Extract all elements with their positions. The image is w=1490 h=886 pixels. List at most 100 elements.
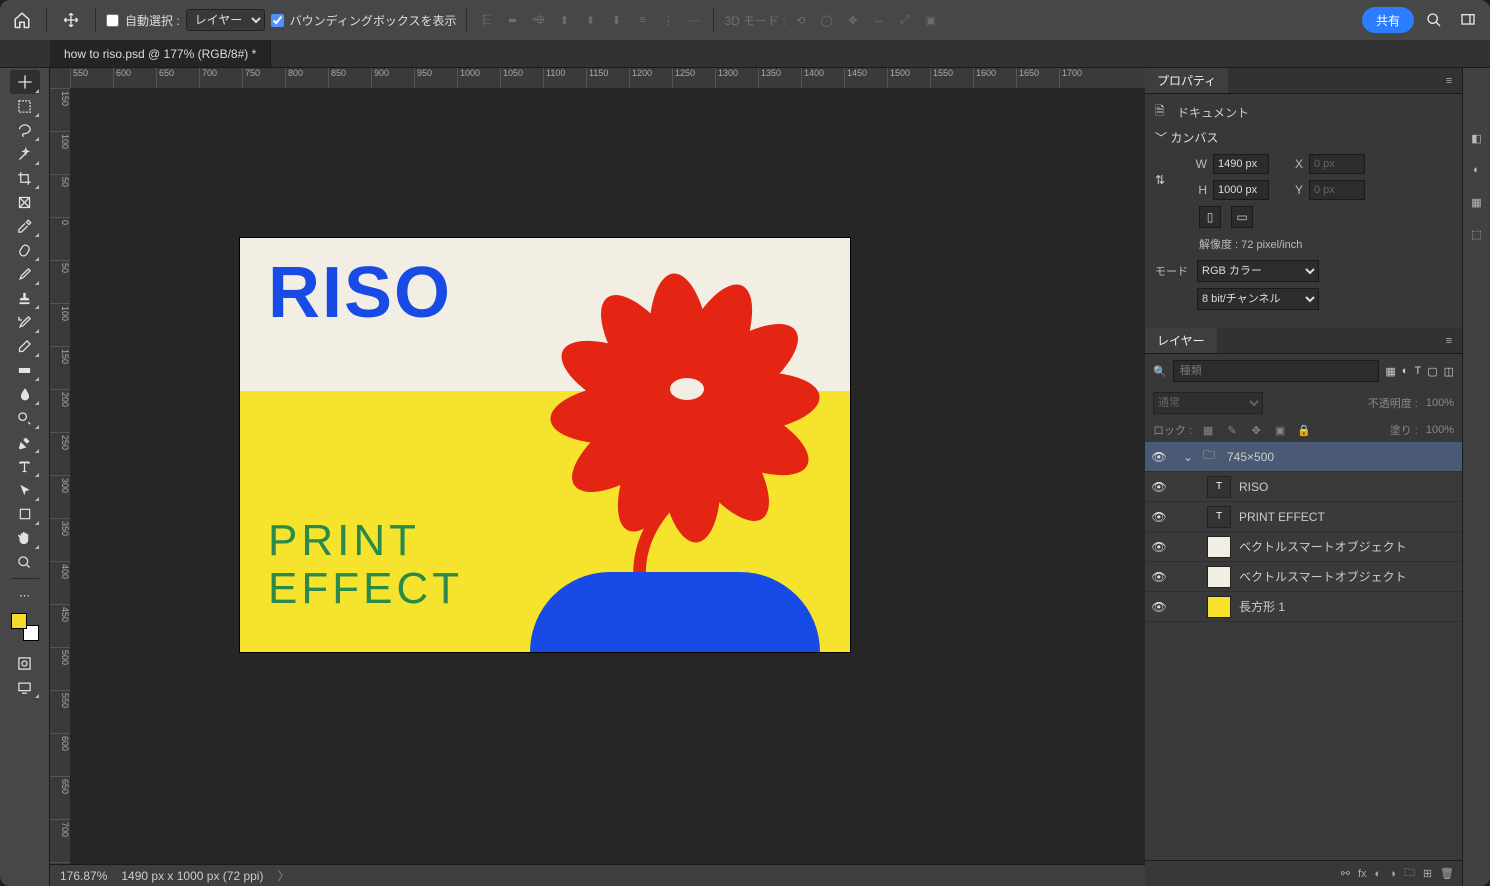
canvas-stage[interactable]: : 5×500 bbox=[70, 88, 1145, 864]
dodge-tool[interactable] bbox=[10, 406, 40, 430]
color-mode-dropdown[interactable]: RGB カラー bbox=[1197, 260, 1319, 282]
lock-artboard-icon[interactable]: ▣ bbox=[1272, 422, 1288, 438]
lasso-tool[interactable] bbox=[10, 118, 40, 142]
history-brush-tool[interactable] bbox=[10, 310, 40, 334]
auto-select-target-dropdown[interactable]: レイヤー bbox=[186, 9, 265, 31]
type-tool[interactable] bbox=[10, 454, 40, 478]
orientation-landscape-icon[interactable]: ▭ bbox=[1231, 206, 1253, 228]
brush-tool[interactable] bbox=[10, 262, 40, 286]
stamp-tool[interactable] bbox=[10, 286, 40, 310]
layer-row[interactable]: 👁 長方形 1 bbox=[1145, 592, 1462, 622]
more-align-icon[interactable]: ⋯ bbox=[685, 11, 703, 29]
marquee-tool[interactable] bbox=[10, 94, 40, 118]
eyedropper-tool[interactable] bbox=[10, 214, 40, 238]
layer-name[interactable]: RISO bbox=[1239, 480, 1268, 494]
visibility-icon[interactable]: 👁 bbox=[1151, 600, 1167, 614]
new-layer-icon[interactable]: ⊞ bbox=[1423, 867, 1432, 880]
mask-icon[interactable]: ◐ bbox=[1375, 868, 1382, 880]
bit-depth-dropdown[interactable]: 8 bit/チャンネル bbox=[1197, 288, 1319, 310]
layer-filter-input[interactable] bbox=[1173, 360, 1380, 382]
filter-smart-icon[interactable]: ◫ bbox=[1444, 365, 1454, 378]
hand-tool[interactable] bbox=[10, 526, 40, 550]
visibility-icon[interactable]: 👁 bbox=[1151, 510, 1167, 524]
layer-list[interactable]: 👁 ⌄🗀 745×500 👁 T RISO 👁 T PRINT EFFECT 👁… bbox=[1145, 442, 1462, 860]
move-tool-icon[interactable] bbox=[57, 6, 85, 34]
layer-name[interactable]: ベクトルスマートオブジェクト bbox=[1239, 568, 1407, 585]
align-center-v-icon[interactable]: ⬍ bbox=[581, 11, 599, 29]
move-tool[interactable] bbox=[10, 70, 40, 94]
orientation-portrait-icon[interactable]: ▯ bbox=[1199, 206, 1221, 228]
filter-type-icon[interactable]: T bbox=[1414, 365, 1421, 377]
align-top-icon[interactable]: ⬆ bbox=[555, 11, 573, 29]
frame-tool[interactable] bbox=[10, 190, 40, 214]
layer-name[interactable]: 745×500 bbox=[1227, 450, 1274, 464]
document-tab[interactable]: how to riso.psd @ 177% (RGB/8#) * bbox=[50, 40, 271, 67]
layer-name[interactable]: 長方形 1 bbox=[1239, 598, 1285, 615]
edit-toolbar-icon[interactable]: ⋯ bbox=[10, 583, 40, 607]
link-wh-icon[interactable]: ⇅ bbox=[1155, 154, 1169, 206]
width-input[interactable] bbox=[1213, 154, 1269, 174]
delete-layer-icon[interactable]: 🗑 bbox=[1440, 867, 1454, 880]
lock-brush-icon[interactable]: ✎ bbox=[1224, 422, 1240, 438]
dock-icon-3[interactable]: ▦ bbox=[1467, 192, 1487, 212]
properties-tab[interactable]: プロパティ bbox=[1145, 68, 1228, 93]
align-left-icon[interactable]: ⬱ bbox=[477, 11, 495, 29]
layers-tab[interactable]: レイヤー bbox=[1145, 328, 1217, 353]
panel-menu-icon[interactable]: ≡ bbox=[1436, 68, 1462, 93]
layer-row[interactable]: 👁 T RISO bbox=[1145, 472, 1462, 502]
align-center-h-icon[interactable]: ⬌ bbox=[503, 11, 521, 29]
visibility-icon[interactable]: 👁 bbox=[1151, 570, 1167, 584]
crop-tool[interactable] bbox=[10, 166, 40, 190]
color-swatches[interactable] bbox=[11, 613, 39, 641]
layer-name[interactable]: ベクトルスマートオブジェクト bbox=[1239, 538, 1407, 555]
fx-icon[interactable]: fx bbox=[1358, 868, 1367, 880]
dock-icon-4[interactable]: ⬚ bbox=[1467, 224, 1487, 244]
quickmask-icon[interactable] bbox=[10, 651, 40, 675]
ruler-vertical[interactable]: 1501005005010015020025030035040045050055… bbox=[50, 88, 70, 864]
healing-tool[interactable] bbox=[10, 238, 40, 262]
lock-move-icon[interactable]: ✥ bbox=[1248, 422, 1264, 438]
magic-wand-tool[interactable] bbox=[10, 142, 40, 166]
align-bottom-icon[interactable]: ⬇ bbox=[607, 11, 625, 29]
new-fill-icon[interactable]: ◑ bbox=[1389, 868, 1396, 880]
filter-image-icon[interactable]: ▦ bbox=[1385, 365, 1395, 378]
share-button[interactable]: 共有 bbox=[1362, 7, 1414, 33]
distribute-h-icon[interactable]: ≡ bbox=[633, 11, 651, 29]
dock-icon-2[interactable]: ◐ bbox=[1467, 160, 1487, 180]
layers-menu-icon[interactable]: ≡ bbox=[1436, 328, 1462, 353]
visibility-icon[interactable]: 👁 bbox=[1151, 450, 1167, 464]
layer-name[interactable]: PRINT EFFECT bbox=[1239, 510, 1325, 524]
layer-row[interactable]: 👁 T PRINT EFFECT bbox=[1145, 502, 1462, 532]
new-group-icon[interactable]: 🗀 bbox=[1404, 864, 1415, 883]
pen-tool[interactable] bbox=[10, 430, 40, 454]
layer-row[interactable]: 👁 ベクトルスマートオブジェクト bbox=[1145, 532, 1462, 562]
canvas-section-label[interactable]: ﹀ カンバス bbox=[1155, 129, 1452, 146]
lock-all-icon[interactable]: 🔒 bbox=[1296, 422, 1312, 438]
visibility-icon[interactable]: 👁 bbox=[1151, 540, 1167, 554]
gradient-tool[interactable] bbox=[10, 358, 40, 382]
zoom-tool[interactable] bbox=[10, 550, 40, 574]
home-icon[interactable] bbox=[8, 6, 36, 34]
auto-select-checkbox[interactable] bbox=[106, 14, 119, 27]
lock-pixels-icon[interactable]: ▦ bbox=[1200, 422, 1216, 438]
link-layers-icon[interactable]: ⚯ bbox=[1341, 867, 1350, 880]
dock-icon-1[interactable]: ◧ bbox=[1467, 128, 1487, 148]
path-select-tool[interactable] bbox=[10, 478, 40, 502]
zoom-readout[interactable]: 176.87% bbox=[60, 869, 107, 883]
blur-tool[interactable] bbox=[10, 382, 40, 406]
ruler-horizontal[interactable]: 5506006507007508008509009501000105011001… bbox=[50, 68, 1145, 88]
eraser-tool[interactable] bbox=[10, 334, 40, 358]
visibility-icon[interactable]: 👁 bbox=[1151, 480, 1167, 494]
search-icon[interactable] bbox=[1420, 6, 1448, 34]
align-right-icon[interactable]: ⬲ bbox=[529, 11, 547, 29]
layer-row[interactable]: 👁 ⌄🗀 745×500 bbox=[1145, 442, 1462, 472]
screenmode-icon[interactable] bbox=[10, 675, 40, 699]
filter-adjust-icon[interactable]: ◐ bbox=[1402, 365, 1409, 377]
workspace-icon[interactable] bbox=[1454, 6, 1482, 34]
shape-tool[interactable] bbox=[10, 502, 40, 526]
filter-shape-icon[interactable]: ▢ bbox=[1427, 365, 1437, 378]
show-bbox-checkbox[interactable] bbox=[271, 14, 284, 27]
distribute-v-icon[interactable]: ⋮ bbox=[659, 11, 677, 29]
artwork[interactable]: : 5×500 bbox=[240, 238, 850, 652]
layer-row[interactable]: 👁 ベクトルスマートオブジェクト bbox=[1145, 562, 1462, 592]
